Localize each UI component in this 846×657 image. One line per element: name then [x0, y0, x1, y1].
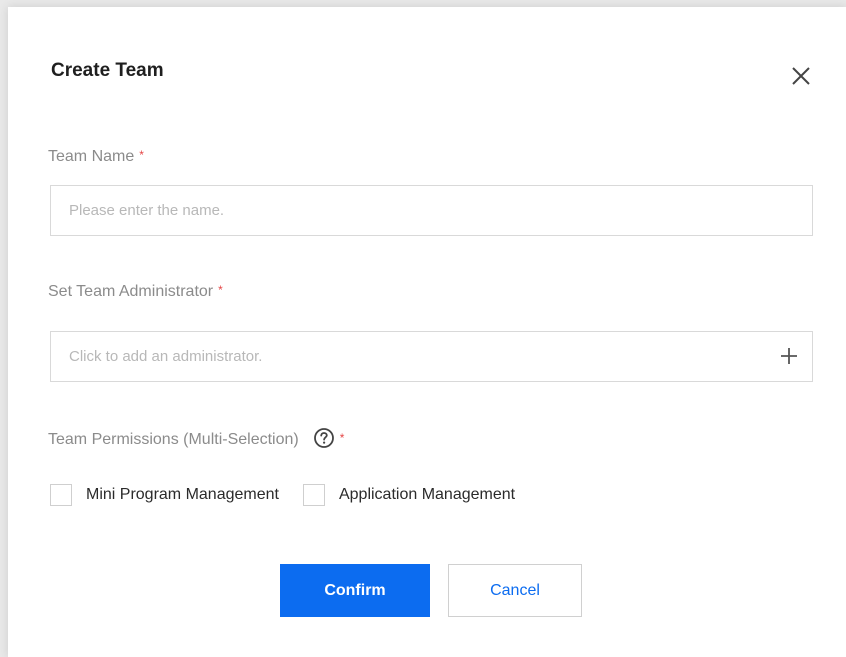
team-name-label-text: Team Name [48, 148, 135, 165]
confirm-button[interactable]: Confirm [280, 564, 430, 617]
required-mark: * [139, 148, 144, 162]
checkbox-application[interactable] [302, 484, 325, 506]
permissions-label-text: Team Permissions (Multi-Selection) [48, 431, 299, 448]
question-circle-icon[interactable] [313, 427, 335, 449]
required-mark: * [218, 283, 223, 297]
option-label-application: Application Management [338, 486, 516, 503]
checkbox-mini-program[interactable] [50, 484, 72, 506]
administrator-label: Set Team Administrator * [48, 283, 223, 301]
close-icon[interactable] [789, 64, 813, 88]
administrator-label-text: Set Team Administrator [48, 283, 214, 300]
permission-option-application[interactable]: Application Management [302, 484, 516, 506]
administrator-placeholder: Click to add an administrator. [69, 348, 263, 365]
cancel-button[interactable]: Cancel [448, 564, 582, 617]
dialog-title: Create Team [51, 60, 164, 81]
permissions-label: Team Permissions (Multi-Selection) * [48, 427, 344, 449]
plus-icon[interactable] [780, 347, 798, 365]
required-mark: * [339, 431, 345, 445]
option-label-mini-program: Mini Program Management [86, 486, 279, 503]
permission-options: Mini Program Management Application Mana… [50, 484, 515, 506]
team-name-input[interactable] [51, 186, 812, 235]
team-name-field[interactable] [50, 185, 813, 236]
administrator-selector[interactable]: Click to add an administrator. [50, 331, 813, 382]
permission-option-mini-program[interactable]: Mini Program Management [50, 484, 279, 506]
team-name-label: Team Name * [48, 148, 144, 166]
create-team-dialog: Create Team Team Name * Set Team Administ… [8, 7, 846, 657]
